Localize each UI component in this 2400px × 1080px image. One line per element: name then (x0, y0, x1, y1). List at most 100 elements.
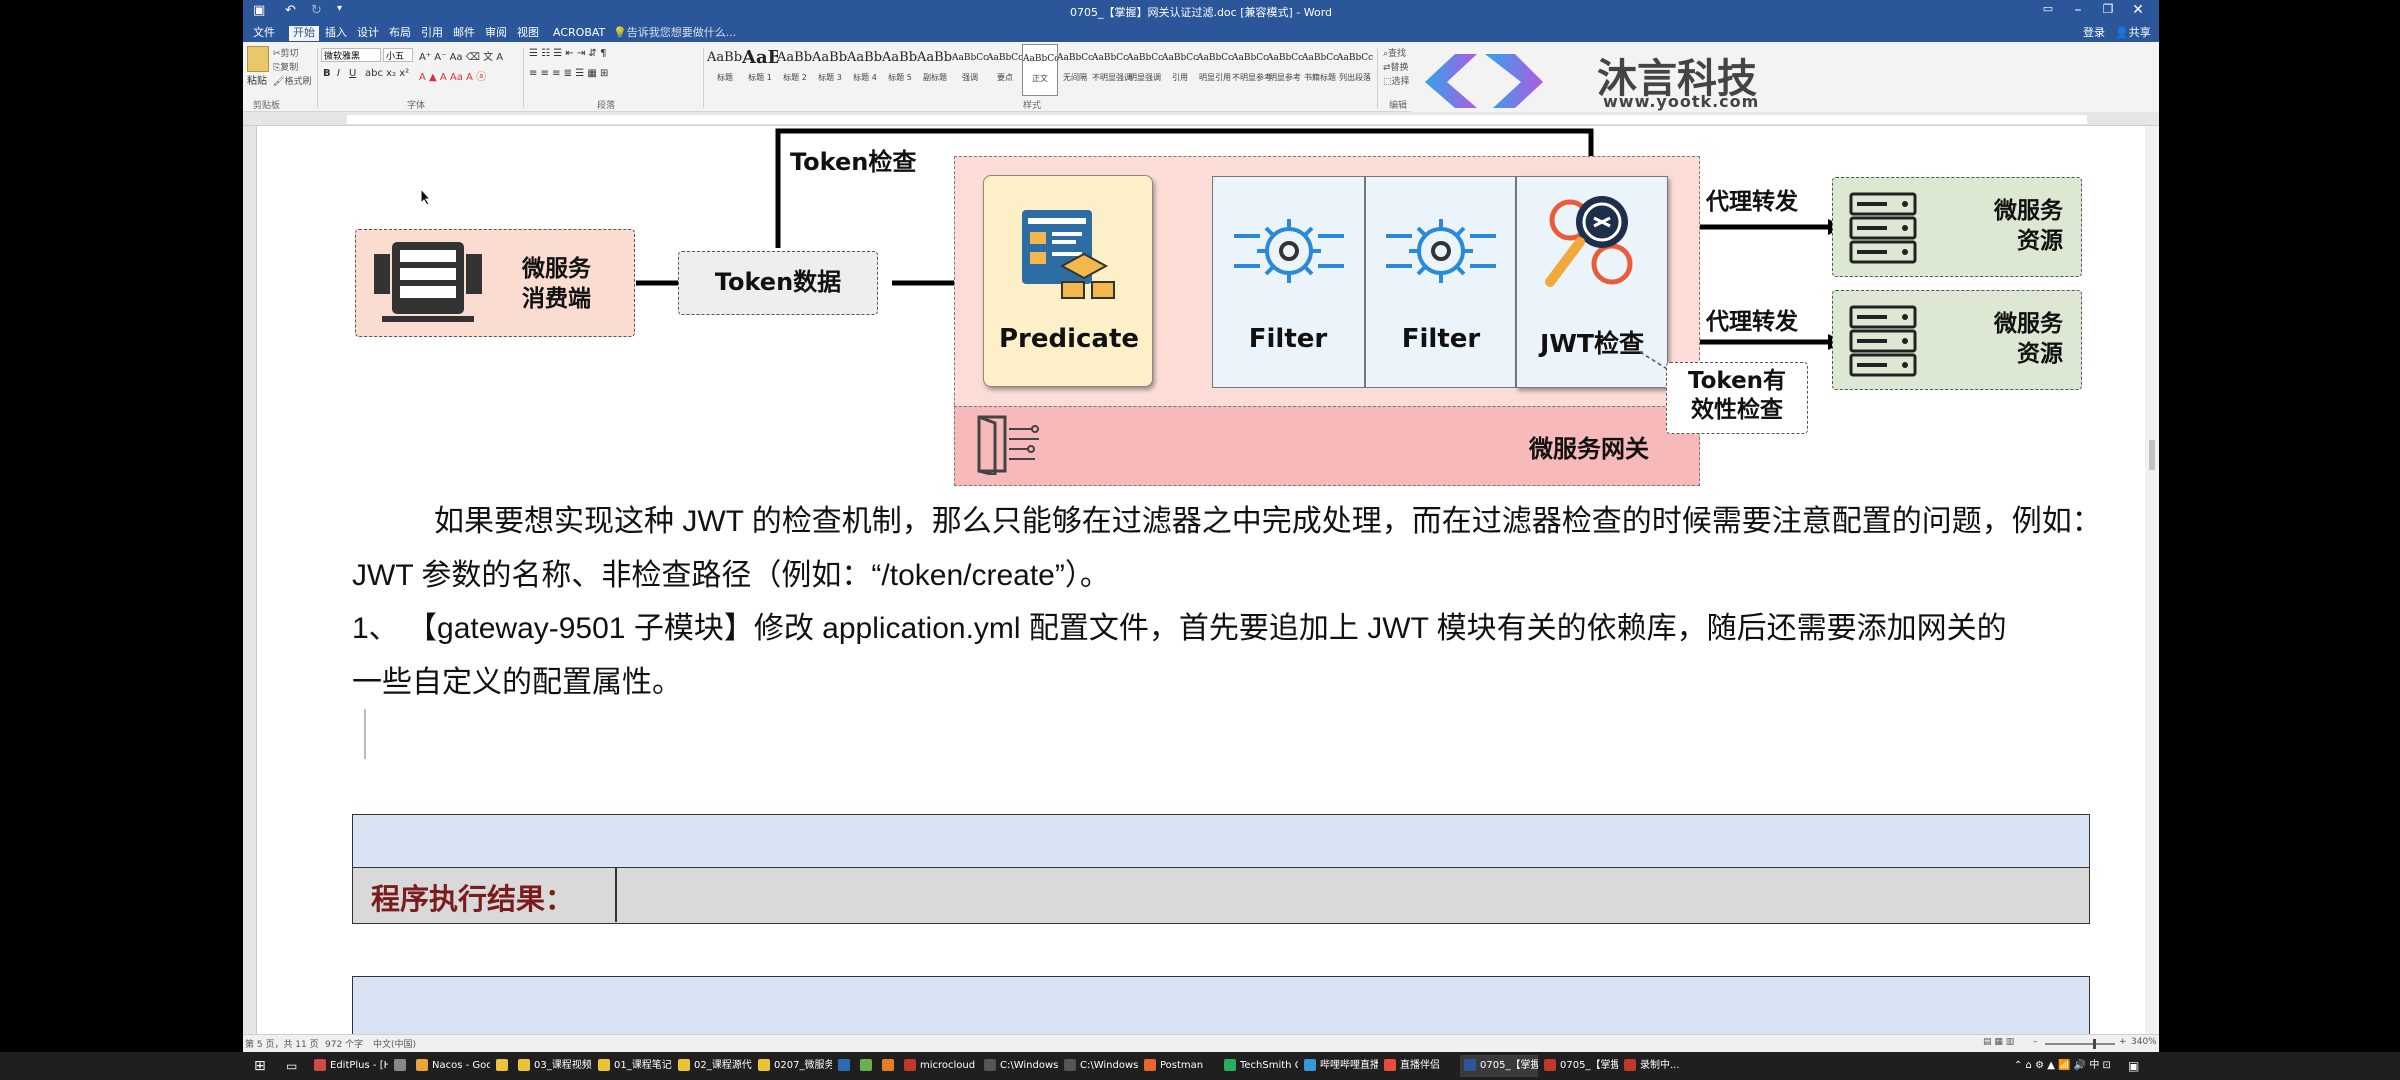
taskbar-app[interactable] (834, 1055, 854, 1077)
zoom-slider-thumb[interactable] (2093, 1039, 2096, 1049)
taskbar-app[interactable] (390, 1055, 410, 1077)
taskbar-app[interactable]: EditPlus - [H... (310, 1055, 388, 1077)
taskbar-app[interactable]: 0705_【掌握... (1540, 1055, 1618, 1077)
tab-review[interactable]: 审阅 (481, 26, 511, 41)
taskbar-app[interactable]: 0207_微服务... (754, 1055, 832, 1077)
style-gallery-item[interactable]: AaBbCcDı 明显强调 (1127, 44, 1163, 96)
paste-icon[interactable] (247, 46, 269, 72)
paragraph-1-line-2[interactable]: JWT 参数的名称、非检查路径（例如：“/token/create”）。 (352, 558, 1110, 594)
style-gallery-item[interactable]: AaBbC 副标题 (917, 44, 953, 96)
font-name-select[interactable]: 微软雅黑 (321, 48, 381, 62)
status-bar: 第 5 页，共 11 页 972 个字 中文(中国) ▤ ▦ ▥ – + 340… (243, 1034, 2159, 1052)
bullets-icon[interactable]: ☰ ☷ ☰ ⇤ ⇥ ⇵ ¶ (529, 48, 606, 59)
paragraph-2-line-2[interactable]: 一些自定义的配置属性。 (352, 665, 682, 701)
style-gallery-item[interactable]: AaBbCcDc 无间隔 (1057, 44, 1093, 96)
select-button[interactable]: ⬚选择 (1383, 74, 1410, 87)
style-gallery-item[interactable]: AaBbC 标题 3 (812, 44, 848, 96)
notification-icon[interactable]: ▣ (2124, 1055, 2143, 1077)
text-effects-icon[interactable]: A ▲ A Aa A ⓐ (419, 68, 486, 83)
tab-references[interactable]: 引用 (417, 26, 447, 41)
vertical-ruler[interactable] (243, 126, 257, 1036)
taskbar-app[interactable] (878, 1055, 898, 1077)
zoom-slider[interactable] (2045, 1043, 2115, 1045)
taskbar-app[interactable]: Postman (1140, 1055, 1218, 1077)
tab-design[interactable]: 设计 (353, 26, 383, 41)
tab-view[interactable]: 视图 (513, 26, 543, 41)
word-count[interactable]: 972 个字 (325, 1037, 363, 1050)
taskbar-app[interactable]: 哔哩哔哩直播... (1300, 1055, 1378, 1077)
tab-file[interactable]: 文件 (249, 26, 279, 41)
zoom-in-button[interactable]: + (2119, 1037, 2127, 1047)
style-gallery-item[interactable]: AaBbCcDc 列出段落 (1337, 44, 1373, 96)
paste-label[interactable]: 粘贴 (247, 72, 267, 87)
tell-me-search[interactable]: 💡告诉我您想要做什么... (609, 26, 740, 41)
font-size-select[interactable]: 小五 (383, 48, 413, 62)
result-row[interactable]: 程序执行结果： (352, 868, 2090, 924)
task-view-icon[interactable]: ▭ (282, 1055, 301, 1077)
style-gallery-item[interactable]: AaBbCcD 不明显参考 (1232, 44, 1272, 96)
zoom-level[interactable]: 340% (2131, 1037, 2157, 1047)
paragraph-1-line-1[interactable]: 如果要想实现这种 JWT 的检查机制，那么只能够在过滤器之中完成处理，而在过滤器… (434, 504, 2102, 540)
taskbar-app[interactable]: microcloud ... (900, 1055, 978, 1077)
taskbar-app[interactable]: 02_课程源代码 (674, 1055, 752, 1077)
tab-layout[interactable]: 布局 (385, 26, 415, 41)
tab-mailings[interactable]: 邮件 (449, 26, 479, 41)
view-mode-icon[interactable]: ▤ ▦ ▥ (1983, 1037, 2014, 1047)
replace-button[interactable]: ⇄替换 (1383, 60, 1409, 73)
style-gallery-item[interactable]: AaBbC 标题 2 (777, 44, 813, 96)
style-gallery-item[interactable]: AaBbCcDı 不明显强调 (1092, 44, 1132, 96)
language-indicator[interactable]: 中文(中国) (373, 1037, 416, 1050)
page-count[interactable]: 第 5 页，共 11 页 (245, 1037, 319, 1050)
taskbar-app[interactable]: 03_课程视频 (514, 1055, 592, 1077)
taskbar-app[interactable]: 01_课程笔记 (594, 1055, 672, 1077)
style-gallery-item[interactable]: AaBbC 标题 4 (847, 44, 883, 96)
tab-insert[interactable]: 插入 (321, 26, 351, 41)
taskbar-app[interactable]: 录制中... (1620, 1055, 1698, 1077)
style-gallery-item[interactable]: AaBbCcDı 明显引用 (1197, 44, 1233, 96)
grow-font-icon[interactable]: A⁺ A⁻ Aa ⌫ 文 A (419, 48, 503, 63)
zoom-out-button[interactable]: – (2033, 1037, 2038, 1047)
code-block[interactable] (352, 814, 2090, 868)
italic-button[interactable]: I (337, 68, 340, 79)
style-gallery-item[interactable]: AaBbCcI 明显参考 (1267, 44, 1303, 96)
restore-button[interactable]: ❐ (2093, 2, 2123, 16)
format-painter-button[interactable]: 🖌格式刷 (273, 74, 311, 87)
bold-button[interactable]: B (323, 68, 331, 79)
share-button[interactable]: 👤共享 (2111, 26, 2155, 41)
taskbar-app[interactable]: 0705_【掌握... (1460, 1055, 1538, 1077)
tab-home[interactable]: 开始 (289, 26, 319, 41)
align-left-icon[interactable]: ≡ ≡ ≡ ≣ ☰ ▦ ⊞ (529, 68, 608, 79)
tab-acrobat[interactable]: ACROBAT (549, 26, 609, 41)
taskbar-app[interactable] (856, 1055, 876, 1077)
document-page[interactable]: Token检查 微服务 消费端 Token数据 微服务网关 Predicate … (258, 126, 2144, 1036)
scrollbar-thumb[interactable] (2149, 440, 2155, 470)
ribbon-display-options-icon[interactable]: ▭ (2033, 2, 2063, 15)
minimize-button[interactable]: – (2063, 2, 2093, 18)
login-link[interactable]: 登录 (2079, 26, 2109, 41)
close-button[interactable]: ✕ (2123, 2, 2153, 18)
tray-icons[interactable]: ⌃ ⌂ ⚙ ▲ 📶 🔊 中 ⊡ (2010, 1055, 2115, 1077)
copy-button[interactable]: ⎘复制 (273, 60, 298, 73)
underline-button[interactable]: U (349, 68, 356, 79)
style-gallery-item[interactable]: AaBbCcDı 强调 (952, 44, 988, 96)
code-block-2[interactable] (352, 976, 2090, 1036)
taskbar-app[interactable]: C:\Windows\... (980, 1055, 1058, 1077)
style-gallery-item[interactable]: AaBbC 标题 5 (882, 44, 918, 96)
vertical-scrollbar[interactable] (2145, 126, 2159, 1036)
find-button[interactable]: ⌕查找 (1383, 46, 1406, 59)
style-gallery-item[interactable]: AaBbC 标题 (707, 44, 743, 96)
start-button[interactable]: ⊞ (250, 1055, 270, 1077)
paragraph-2-line-1[interactable]: 1、 【gateway-9501 子模块】修改 application.yml … (352, 611, 2007, 647)
style-gallery-item[interactable]: AaBbCcDı 引用 (1162, 44, 1198, 96)
taskbar-app[interactable] (492, 1055, 512, 1077)
style-gallery-item[interactable]: AaBbCcD 书籍标题 (1302, 44, 1338, 96)
style-gallery-item[interactable]: AaBbCcDc 正文 (1022, 44, 1058, 96)
taskbar-app[interactable]: Nacos - Goo... (412, 1055, 490, 1077)
strikethrough-button[interactable]: abc x₂ x² (365, 68, 409, 79)
style-gallery-item[interactable]: AaBl 标题 1 (742, 44, 778, 96)
taskbar-app[interactable]: C:\Windows\... (1060, 1055, 1138, 1077)
taskbar-app[interactable]: TechSmith C... (1220, 1055, 1298, 1077)
style-gallery-item[interactable]: AaBbCcD 要点 (987, 44, 1023, 96)
cut-button[interactable]: ✂剪切 (273, 46, 299, 59)
taskbar-app[interactable]: 直播伴侣 (1380, 1055, 1458, 1077)
